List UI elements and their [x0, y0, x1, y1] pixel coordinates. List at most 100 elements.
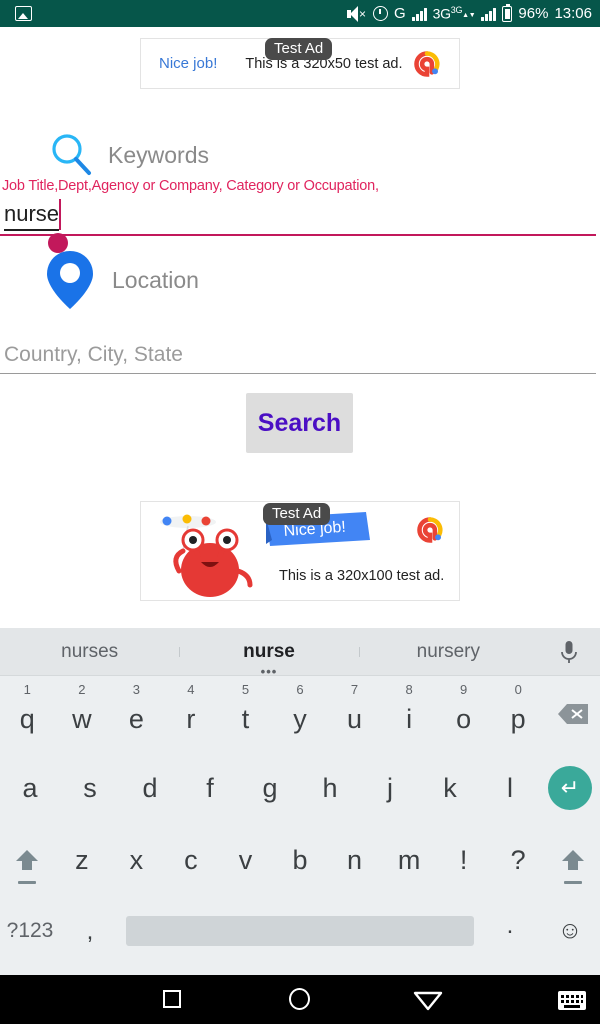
key-num-hint: 9 — [460, 682, 468, 697]
key-t[interactable]: 5t — [218, 676, 273, 752]
battery-percent-label: 96% — [518, 5, 549, 22]
key-h[interactable]: h — [300, 752, 360, 824]
key-label: ? — [510, 844, 526, 875]
enter-key[interactable]: ↵ — [540, 752, 600, 824]
shift-key-right[interactable] — [545, 824, 600, 896]
key-o[interactable]: 9o — [436, 676, 491, 752]
key-b[interactable]: b — [273, 824, 328, 896]
status-bar-right: × G 3G3G▲▼ 96% 13:06 — [347, 3, 592, 22]
key-label: t — [241, 704, 250, 734]
microphone-icon[interactable] — [538, 639, 600, 665]
key-i[interactable]: 8i — [382, 676, 437, 752]
key-num-hint: 5 — [241, 682, 250, 697]
key-label: u — [347, 704, 363, 734]
search-button[interactable]: Search — [246, 393, 353, 453]
volume-mute-icon: × — [347, 5, 367, 22]
suggestion-item-0[interactable]: nurses — [0, 641, 179, 663]
keyboard-row-4: ?123 , . ☺ — [0, 896, 600, 966]
key-v[interactable]: v — [218, 824, 273, 896]
key-y[interactable]: 6y — [273, 676, 328, 752]
key-j[interactable]: j — [360, 752, 420, 824]
key-x[interactable]: x — [109, 824, 164, 896]
key-r[interactable]: 4r — [164, 676, 219, 752]
key-p[interactable]: 0p — [491, 676, 546, 752]
shift-key-left[interactable] — [0, 824, 55, 896]
key-w[interactable]: 2w — [55, 676, 110, 752]
suggestion-more-dots[interactable]: ••• — [261, 665, 278, 678]
red-monster-mascot — [160, 514, 253, 597]
keywords-input-value: nurse — [4, 200, 60, 231]
shift-arrow-icon — [16, 850, 39, 870]
clock-label: 13:06 — [554, 5, 592, 22]
key-label: a — [22, 772, 38, 803]
key-period[interactable]: . — [480, 896, 540, 966]
key-a[interactable]: a — [0, 752, 60, 824]
key-label: y — [293, 704, 307, 734]
key-label: r — [186, 704, 196, 734]
key-u[interactable]: 7u — [327, 676, 382, 752]
text-caret — [59, 199, 61, 230]
admob-logo — [414, 51, 440, 77]
search-magnifier-icon — [52, 134, 91, 175]
virtual-keyboard: nurses nurse ••• nursery 1q 2w 3e 4r 5 t… — [0, 628, 600, 975]
key-label: j — [387, 772, 393, 803]
keywords-input[interactable]: nurse — [0, 199, 600, 236]
gmail-indicator: G — [394, 5, 406, 22]
keywords-input-underline — [0, 234, 596, 236]
android-navigation-bar — [0, 975, 600, 1024]
key-label: ! — [459, 844, 468, 875]
key-l[interactable]: l — [480, 752, 540, 824]
symbols-key[interactable]: ?123 — [0, 896, 60, 966]
key-q[interactable]: 1q — [0, 676, 55, 752]
key-label: x — [129, 844, 144, 875]
key-num-hint: 8 — [405, 682, 413, 697]
key-num-hint: 3 — [132, 682, 140, 697]
suggestion-label: nurse — [243, 640, 295, 662]
key-g[interactable]: g — [240, 752, 300, 824]
location-input-placeholder[interactable]: Country, City, State — [4, 343, 183, 367]
key-label: e — [128, 704, 144, 734]
back-triangle-icon[interactable] — [412, 990, 444, 1012]
admob-logo-bottom — [417, 517, 443, 543]
key-c[interactable]: c — [164, 824, 219, 896]
key-label: i — [406, 704, 413, 734]
location-label: Location — [112, 266, 199, 293]
key-z[interactable]: z — [55, 824, 110, 896]
key-m[interactable]: m — [382, 824, 437, 896]
ad-test-badge-top: Test Ad — [265, 38, 333, 60]
recents-square-icon[interactable] — [163, 990, 181, 1008]
key-label: z — [75, 844, 89, 875]
home-circle-icon[interactable] — [289, 988, 310, 1010]
key-label: o — [456, 704, 472, 734]
backspace-icon[interactable] — [545, 676, 600, 752]
key-label: s — [83, 772, 97, 803]
space-key[interactable] — [120, 896, 480, 966]
keyboard-row-1: 1q 2w 3e 4r 5t 6y 7u 8i 9o 0p — [0, 676, 600, 752]
key-label: g — [262, 772, 278, 803]
suggestion-strip: nurses nurse ••• nursery — [0, 628, 600, 678]
key-n[interactable]: n — [327, 824, 382, 896]
key-d[interactable]: d — [120, 752, 180, 824]
keywords-label: Keywords — [108, 141, 209, 168]
keyboard-indicator-icon — [558, 991, 586, 1010]
key-label: ?123 — [6, 919, 54, 942]
suggestion-item-2[interactable]: nursery — [358, 640, 538, 663]
key-comma[interactable]: , — [60, 896, 120, 966]
key-f[interactable]: f — [180, 752, 240, 824]
image-icon — [15, 6, 32, 21]
key-s[interactable]: s — [60, 752, 120, 824]
suggestion-label: nurses — [61, 640, 119, 662]
keyboard-row-2: a s d f g h j k l ↵ — [0, 752, 600, 824]
key-label: f — [206, 772, 214, 803]
shift-underline — [18, 881, 37, 884]
key-label: p — [510, 704, 526, 734]
key-e[interactable]: 3e — [109, 676, 164, 752]
emoji-key[interactable]: ☺ — [540, 896, 600, 966]
emoji-icon: ☺ — [557, 917, 583, 944]
suggestion-item-1[interactable]: nurse ••• — [179, 640, 358, 678]
key-k[interactable]: k — [420, 752, 480, 824]
key-label: w — [72, 704, 92, 734]
suggestion-label: nursery — [416, 640, 480, 662]
key-exclamation[interactable]: ! — [436, 824, 491, 896]
key-question[interactable]: ? — [491, 824, 546, 896]
